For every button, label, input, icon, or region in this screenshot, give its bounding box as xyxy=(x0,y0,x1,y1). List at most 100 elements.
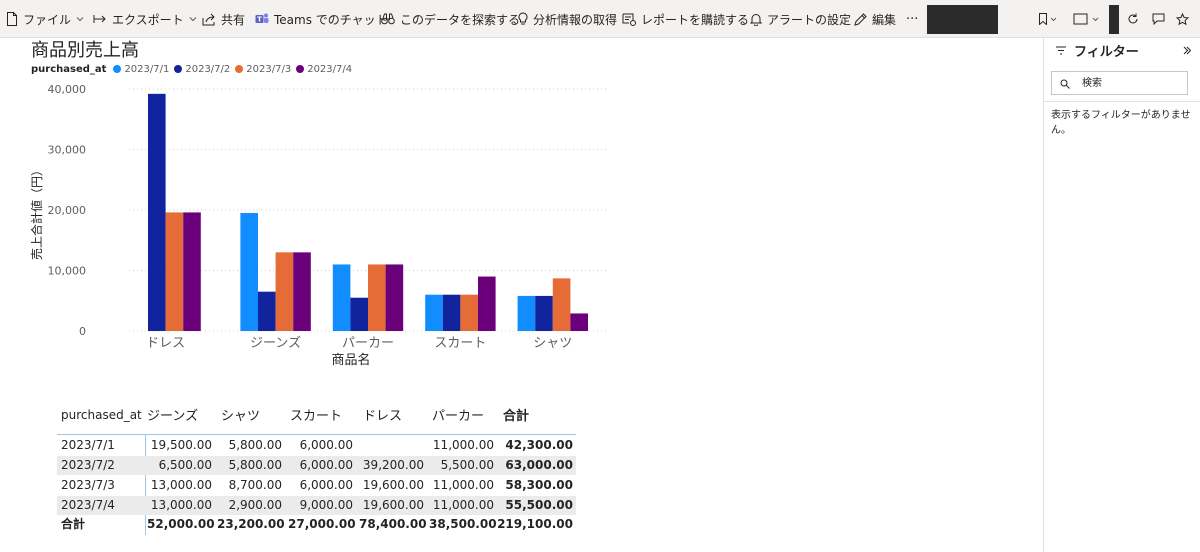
filter-search-input[interactable] xyxy=(1051,71,1188,95)
bar[interactable] xyxy=(517,295,536,331)
table-cell: 8,700.00 xyxy=(228,478,282,492)
file-menu-button[interactable]: ファイル xyxy=(6,0,84,38)
table-cell: 19,600.00 xyxy=(362,498,424,512)
bar[interactable] xyxy=(535,295,553,331)
filter-icon xyxy=(1056,46,1066,55)
legend-item[interactable]: 2023/7/1 xyxy=(113,64,169,75)
table-cell: 5,800.00 xyxy=(228,458,282,472)
filter-pane-title: フィルター xyxy=(1074,45,1139,60)
bar[interactable] xyxy=(332,264,351,331)
pencil-icon xyxy=(854,12,867,26)
bar[interactable] xyxy=(442,294,461,331)
matrix-total-header[interactable]: 合計 xyxy=(503,405,529,425)
redacted-area xyxy=(927,5,998,34)
redacted-area xyxy=(1109,5,1119,34)
bar[interactable] xyxy=(552,278,571,331)
table-row: 2023/7/1 19,500.00 5,800.00 6,000.00 11,… xyxy=(57,436,576,455)
subscribe-icon xyxy=(622,13,636,26)
file-menu-label: ファイル xyxy=(23,12,72,27)
bar[interactable] xyxy=(293,252,311,331)
matrix-column-header[interactable]: シャツ xyxy=(221,405,260,425)
bar[interactable] xyxy=(350,297,368,331)
matrix-header-divider xyxy=(57,434,576,435)
bookmark-icon xyxy=(1039,13,1057,25)
get-insights-label: 分析情報の取得 xyxy=(533,12,618,27)
x-axis: ドレス ジーンズ パーカー スカート シャツ xyxy=(146,335,572,351)
bar[interactable] xyxy=(258,291,276,331)
chart-bars xyxy=(148,93,588,331)
bar[interactable] xyxy=(478,276,496,331)
table-cell: 11,000.00 xyxy=(432,498,494,512)
comment-button[interactable] xyxy=(1147,0,1169,38)
export-arrow-icon xyxy=(93,15,106,23)
table-cell: 2,900.00 xyxy=(228,498,282,512)
table-cell: 5,800.00 xyxy=(228,438,282,452)
set-alert-button[interactable]: アラートの設定 xyxy=(750,0,851,38)
bar[interactable] xyxy=(183,212,201,331)
binoculars-icon xyxy=(381,13,395,25)
set-alert-label: アラートの設定 xyxy=(767,12,852,27)
table-cell: 13,000.00 xyxy=(150,498,212,512)
bell-icon xyxy=(750,13,762,26)
y-axis: 0 10,000 20,000 30,000 40,000 xyxy=(48,83,87,338)
x-tick-label: パーカー xyxy=(342,336,394,351)
edit-button[interactable]: 編集 xyxy=(854,0,896,38)
explore-data-button[interactable]: このデータを探索する xyxy=(381,0,520,38)
bar[interactable] xyxy=(368,264,386,331)
bar[interactable] xyxy=(165,212,184,331)
legend-item[interactable]: 2023/7/3 xyxy=(235,64,291,75)
get-insights-button[interactable]: 分析情報の取得 xyxy=(518,0,617,38)
matrix-column-header[interactable]: ジーンズ xyxy=(147,405,198,425)
more-options-button[interactable]: ··· xyxy=(906,0,918,38)
total-cell: 78,400.00 xyxy=(359,517,427,531)
report-toolbar: ファイル エクスポート 共有 T Teams でのチャット このデータを探索する… xyxy=(0,0,1200,38)
bar[interactable] xyxy=(425,294,443,331)
legend-item[interactable]: 2023/7/4 xyxy=(296,64,352,75)
matrix-column-header[interactable]: パーカー xyxy=(432,405,484,425)
row-header: 2023/7/4 xyxy=(61,498,115,512)
clustered-column-chart: 0 10,000 20,000 30,000 40,000 ドレス ジーンズ パーカー スカー… xyxy=(29,83,607,368)
svg-text:T: T xyxy=(257,16,262,24)
legend-item[interactable]: 2023/7/2 xyxy=(174,64,230,75)
bookmark-button[interactable] xyxy=(1033,0,1063,38)
favorite-button[interactable] xyxy=(1172,0,1192,38)
bar[interactable] xyxy=(240,213,258,331)
chevron-down-icon xyxy=(76,17,84,22)
legend-marker xyxy=(113,65,122,73)
table-row: 2023/7/4 13,000.00 2,900.00 9,000.00 19,… xyxy=(57,496,576,515)
teams-chat-button[interactable]: T Teams でのチャット xyxy=(255,0,388,38)
y-tick-label: 20,000 xyxy=(48,204,87,217)
matrix-column-header[interactable]: スカート xyxy=(290,405,342,425)
bar[interactable] xyxy=(570,313,588,331)
bar[interactable] xyxy=(385,264,404,331)
export-menu-button[interactable]: エクスポート xyxy=(93,0,197,38)
x-tick-label: シャツ xyxy=(533,336,572,351)
bar[interactable] xyxy=(460,294,478,331)
x-tick-label: ドレス xyxy=(146,336,185,351)
bar[interactable] xyxy=(148,93,166,331)
row-header: 2023/7/1 xyxy=(61,438,115,452)
matrix-column-header[interactable]: ドレス xyxy=(363,405,402,425)
collapse-pane-icon[interactable] xyxy=(1183,46,1191,55)
refresh-button[interactable] xyxy=(1123,0,1143,38)
matrix-corner-header: purchased_at xyxy=(61,408,142,422)
total-cell: 38,500.00 xyxy=(429,517,497,531)
table-cell: 19,500.00 xyxy=(150,438,212,452)
table-cell: 6,000.00 xyxy=(299,458,353,472)
row-total-cell: 42,300.00 xyxy=(505,438,573,452)
chart-legend: purchased_at 2023/7/1 2023/7/2 2023/7/3 … xyxy=(31,62,357,76)
table-cell: 39,200.00 xyxy=(362,458,424,472)
share-button[interactable]: 共有 xyxy=(202,0,245,38)
table-cell: 11,000.00 xyxy=(432,478,494,492)
share-icon xyxy=(202,13,215,25)
bar[interactable] xyxy=(275,252,294,331)
view-button[interactable] xyxy=(1071,0,1105,38)
legend-label: 2023/7/4 xyxy=(307,63,353,75)
grand-total-cell: 219,100.00 xyxy=(497,517,573,531)
y-tick-label: 0 xyxy=(79,325,86,338)
table-cell: 6,000.00 xyxy=(299,438,353,452)
chevron-down-icon xyxy=(189,17,196,22)
legend-marker xyxy=(296,65,305,73)
legend-title: purchased_at xyxy=(31,63,107,75)
subscribe-report-button[interactable]: レポートを購読する xyxy=(622,0,749,38)
